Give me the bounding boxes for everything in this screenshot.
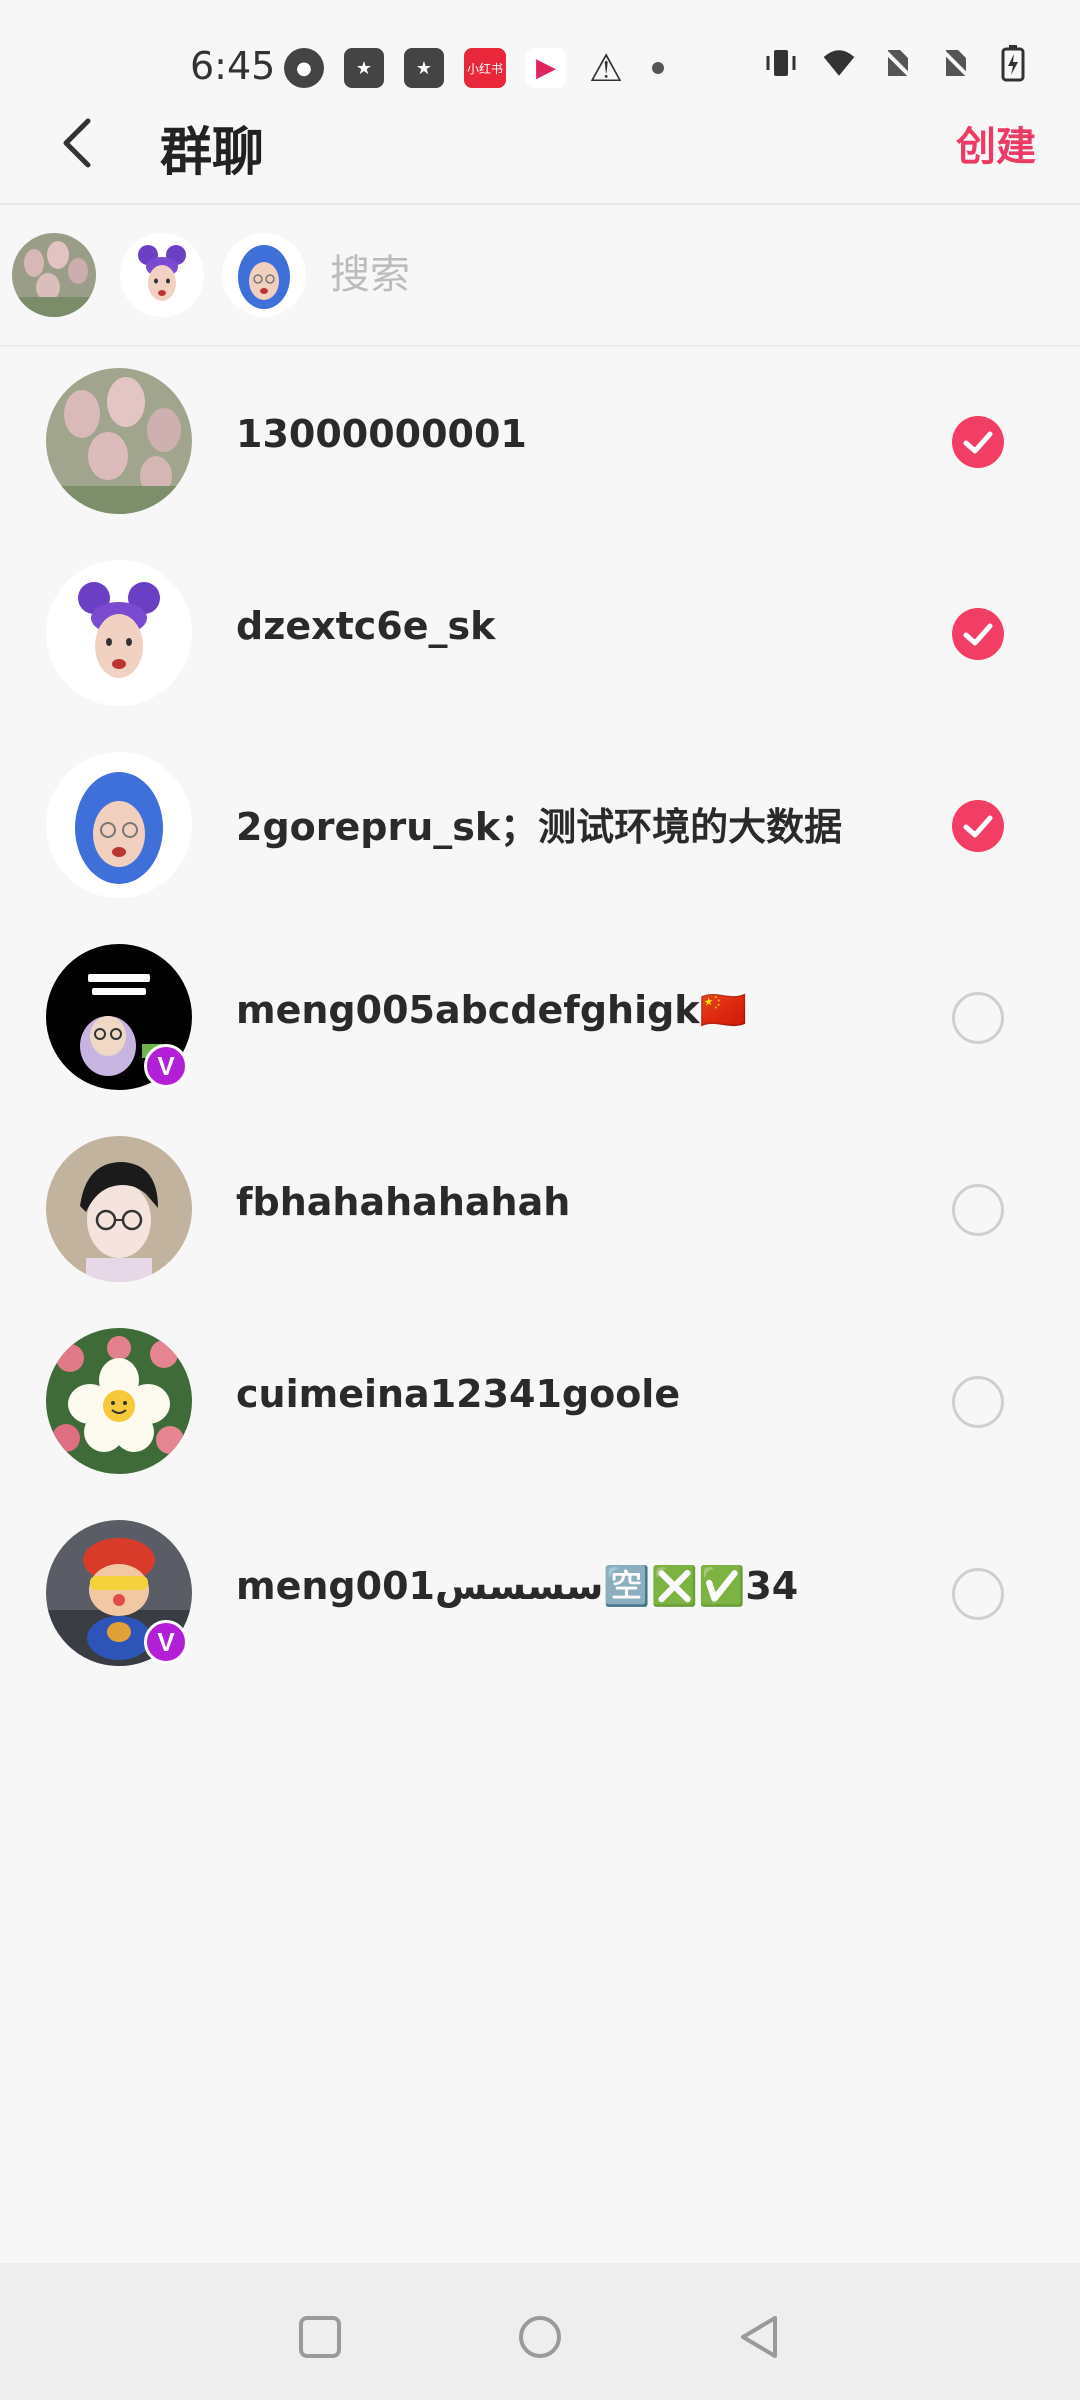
selected-checkbox[interactable]	[952, 416, 1004, 468]
triangle-back-icon	[741, 2316, 777, 2358]
star-app-icon: ★	[344, 48, 384, 88]
avatar	[46, 1328, 192, 1474]
verified-badge: V	[144, 1620, 188, 1664]
selected-avatar-purple-memoji[interactable]	[120, 233, 204, 317]
contact-name: 2gorepru_sk；测试环境的大数据	[236, 805, 843, 849]
search-input[interactable]	[330, 243, 1030, 307]
checkmark-icon	[963, 815, 993, 838]
back-nav-button[interactable]	[730, 2307, 790, 2367]
avatar	[46, 1136, 192, 1282]
contact-row[interactable]: dzextc6e_sk	[0, 542, 1080, 734]
contact-name: cuimeina12341goole	[236, 1372, 681, 1416]
page-title: 群聊	[160, 123, 265, 183]
contact-row[interactable]: V meng005abcdefghigk🇨🇳	[0, 926, 1080, 1118]
notification-icons: ● ★ ★ 小红书 ▶ ⚠	[284, 46, 664, 90]
unselected-checkbox[interactable]	[952, 992, 1004, 1044]
avatar	[46, 752, 192, 898]
contact-row[interactable]: 13000000001	[0, 350, 1080, 542]
no-sim-icon	[938, 46, 972, 80]
avatar	[46, 560, 192, 706]
contact-name: 13000000001	[236, 412, 527, 456]
selected-checkbox[interactable]	[952, 800, 1004, 852]
checkmark-icon	[963, 623, 993, 646]
system-icons	[764, 45, 1030, 82]
verified-badge: V	[144, 1044, 188, 1088]
selected-avatar-tulip[interactable]	[12, 233, 96, 317]
status-time: 6:45	[190, 44, 276, 88]
contact-row[interactable]: V meng001سسسس🈳❎✅34	[0, 1502, 1080, 1694]
selected-members-bar	[0, 205, 1080, 345]
home-button[interactable]	[510, 2307, 570, 2367]
unselected-checkbox[interactable]	[952, 1376, 1004, 1428]
chevron-left-icon	[63, 118, 91, 168]
warning-icon: ⚠	[588, 46, 624, 90]
contact-row[interactable]: 2gorepru_sk；测试环境的大数据	[0, 734, 1080, 926]
wifi-icon	[822, 46, 856, 80]
contact-name: dzextc6e_sk	[236, 604, 496, 648]
recents-button[interactable]	[290, 2307, 350, 2367]
app-icon: ●	[284, 48, 324, 88]
battery-charging-icon	[996, 45, 1030, 82]
no-sim-icon	[880, 46, 914, 80]
search-divider	[0, 345, 1080, 347]
create-button[interactable]: 创建	[956, 114, 1036, 172]
xiaohongshu-icon: 小红书	[464, 48, 506, 88]
contact-name: meng001سسسس🈳❎✅34	[236, 1564, 799, 1608]
header: 群聊 创建	[0, 100, 1080, 204]
contact-row[interactable]: cuimeina12341goole	[0, 1310, 1080, 1502]
status-bar: 6:45 ● ★ ★ 小红书 ▶ ⚠	[0, 0, 1080, 100]
selected-avatar-blue-memoji[interactable]	[222, 233, 306, 317]
avatar	[46, 368, 192, 514]
checkmark-icon	[963, 431, 993, 454]
unselected-checkbox[interactable]	[952, 1184, 1004, 1236]
media-app-icon: ▶	[526, 48, 566, 88]
contact-name: meng005abcdefghigk🇨🇳	[236, 988, 747, 1032]
square-icon	[299, 2316, 341, 2358]
system-nav-bar	[0, 2263, 1080, 2400]
unselected-checkbox[interactable]	[952, 1568, 1004, 1620]
circle-icon	[519, 2316, 561, 2358]
star-app-icon: ★	[404, 48, 444, 88]
vibrate-icon	[764, 46, 798, 80]
selected-checkbox[interactable]	[952, 608, 1004, 660]
dot-icon	[652, 62, 664, 74]
contact-name: fbhahahahahah	[236, 1180, 571, 1224]
contact-row[interactable]: fbhahahahahah	[0, 1118, 1080, 1310]
back-button[interactable]	[46, 108, 106, 178]
